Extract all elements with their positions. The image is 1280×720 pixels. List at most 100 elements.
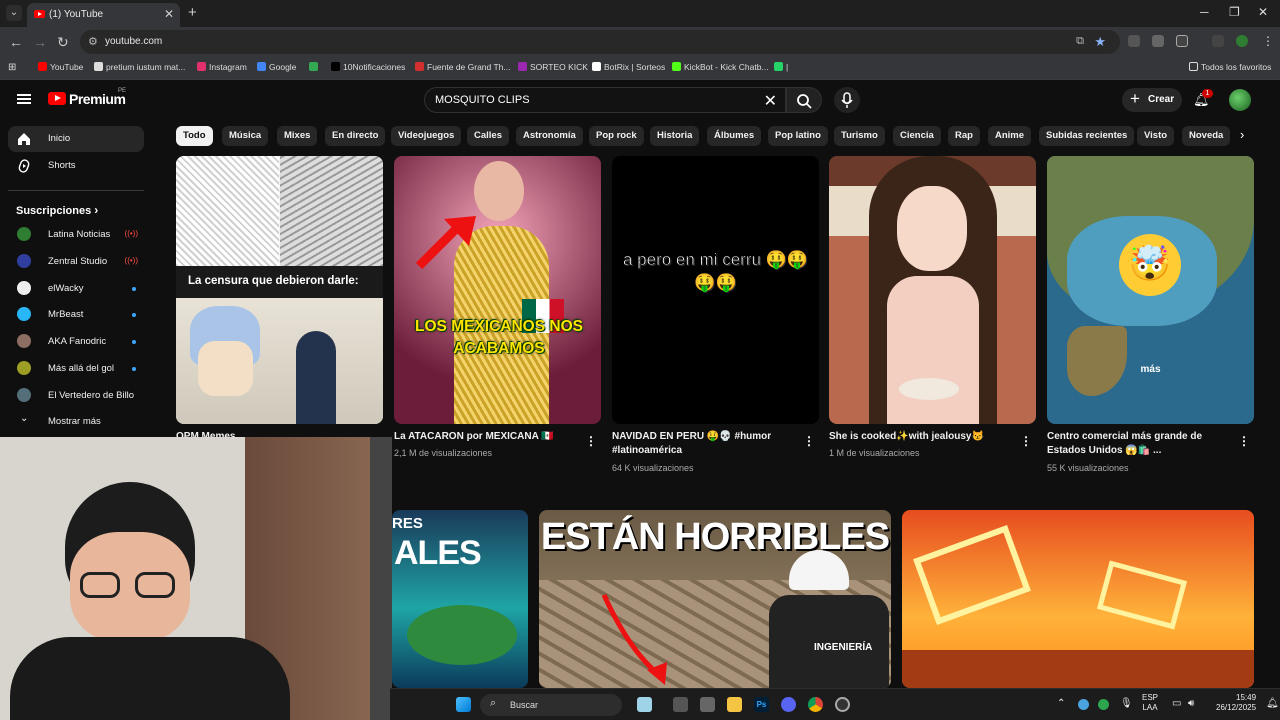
- taskbar-app-icon[interactable]: [637, 697, 652, 712]
- forward-icon[interactable]: →: [33, 34, 47, 50]
- extension-icon[interactable]: [1152, 35, 1164, 47]
- photoshop-icon[interactable]: Ps: [754, 697, 769, 712]
- tray-app-icon[interactable]: [1098, 699, 1109, 710]
- filter-chip[interactable]: Visto: [1137, 126, 1175, 146]
- menu-hamburger-icon[interactable]: [17, 94, 31, 104]
- input-language[interactable]: ESP LAA: [1142, 693, 1158, 713]
- filter-chip[interactable]: Noveda: [1182, 126, 1230, 146]
- filter-chip[interactable]: Todo: [176, 126, 213, 146]
- filter-chip[interactable]: Anime: [988, 126, 1032, 146]
- close-window-icon[interactable]: ✕: [1258, 5, 1268, 19]
- extensions-puzzle-icon[interactable]: [1176, 35, 1188, 47]
- reading-list-icon[interactable]: [1212, 35, 1224, 47]
- filter-chip[interactable]: Álbumes: [707, 126, 762, 146]
- windows-start-icon[interactable]: [456, 697, 471, 712]
- short-thumbnail-1[interactable]: La censura que debieron darle:: [176, 156, 383, 424]
- subscription-item[interactable]: elWacky: [8, 277, 144, 301]
- profile-avatar-icon[interactable]: [1236, 35, 1248, 47]
- bookmark-item[interactable]: YouTube: [38, 62, 83, 72]
- subscription-item[interactable]: AKA Fanodric: [8, 330, 144, 354]
- create-button[interactable]: + Crear: [1122, 88, 1182, 112]
- voice-search-button[interactable]: [834, 87, 860, 113]
- subscription-item[interactable]: Más allá del gol: [8, 357, 144, 381]
- bookmark-item[interactable]: Google: [257, 62, 296, 72]
- search-button[interactable]: [786, 87, 822, 113]
- bookmark-item[interactable]: BotRix | Sorteos: [592, 62, 665, 72]
- short-thumbnail-2[interactable]: LOS MEXICANOS NOS ACABAMOS: [394, 156, 601, 424]
- browser-tab-youtube[interactable]: (1) YouTube ✕: [27, 3, 180, 27]
- obs-icon[interactable]: [835, 697, 850, 712]
- search-input[interactable]: MOSQUITO CLIPS ✕: [424, 87, 786, 113]
- back-icon[interactable]: ←: [9, 34, 23, 50]
- clock[interactable]: 15:49 26/12/2025: [1216, 693, 1256, 713]
- more-actions-icon[interactable]: ⋮: [585, 434, 597, 448]
- discord-icon[interactable]: [781, 697, 796, 712]
- bookmark-item[interactable]: [309, 62, 321, 72]
- bookmark-item[interactable]: Instagram: [197, 62, 247, 72]
- subscription-item[interactable]: MrBeast: [8, 303, 144, 327]
- address-bar[interactable]: ⚙ youtube.com ⧉ ★: [80, 30, 1120, 54]
- short-title[interactable]: NAVIDAD EN PERU 🤑💀 #humor #latinoamérica: [612, 430, 792, 458]
- browser-menu-icon[interactable]: ⋮: [1262, 34, 1274, 48]
- tab-search-dropdown-icon[interactable]: ⌄: [6, 5, 22, 21]
- filter-chip[interactable]: Ciencia: [893, 126, 941, 146]
- filter-chip[interactable]: Rap: [948, 126, 980, 146]
- sidebar-item-inicio[interactable]: Inicio: [8, 126, 144, 152]
- filter-chip[interactable]: Turismo: [834, 126, 885, 146]
- clear-search-icon[interactable]: ✕: [764, 91, 777, 111]
- youtube-logo-text[interactable]: Premium: [69, 91, 126, 107]
- restore-window-icon[interactable]: ❐: [1229, 5, 1240, 19]
- filter-chip[interactable]: Música: [222, 126, 269, 146]
- bookmark-item[interactable]: SORTEO KICK: [518, 62, 588, 72]
- subscriptions-heading[interactable]: Suscripciones ›: [16, 203, 98, 217]
- short-title[interactable]: La ATACARON por MEXICANA 🇲🇽: [394, 430, 554, 444]
- more-actions-icon[interactable]: ⋮: [1238, 434, 1250, 448]
- show-more-button[interactable]: ⌄ Mostrar más: [8, 410, 144, 434]
- short-thumbnail-4[interactable]: [829, 156, 1036, 424]
- filter-chip[interactable]: Historia: [650, 126, 700, 146]
- short-title[interactable]: She is cooked✨with jealousy😾: [829, 430, 984, 444]
- subscription-item[interactable]: El Vertedero de Billo: [8, 384, 144, 408]
- tray-app-icon[interactable]: [1078, 699, 1089, 710]
- filter-chip[interactable]: Subidas recientes: [1039, 126, 1135, 146]
- filter-chip[interactable]: En directo: [325, 126, 386, 146]
- taskbar-search-box[interactable]: ⌕ Buscar: [480, 694, 622, 716]
- filter-chip[interactable]: Calles: [467, 126, 509, 146]
- close-tab-icon[interactable]: ✕: [164, 7, 174, 21]
- more-actions-icon[interactable]: ⋮: [1020, 434, 1032, 448]
- reload-icon[interactable]: ↻: [57, 34, 69, 51]
- new-tab-icon[interactable]: +: [188, 4, 197, 21]
- task-view-icon[interactable]: [673, 697, 688, 712]
- account-avatar[interactable]: [1229, 89, 1251, 111]
- bookmark-item[interactable]: KickBot - Kick Chatb...: [672, 62, 769, 72]
- network-icon[interactable]: ▭: [1172, 698, 1181, 709]
- short-thumbnail-3[interactable]: a pero en mi cerru 🤑🤑🤑🤑: [612, 156, 819, 424]
- filter-chip[interactable]: Pop rock: [589, 126, 644, 146]
- microphone-tray-icon[interactable]: 🎙︎: [1120, 698, 1133, 709]
- bookmark-item[interactable]: 10Notificaciones: [331, 62, 405, 72]
- video-thumbnail-2[interactable]: ESTÁN HORRIBLES INGENIERÍA: [539, 510, 891, 688]
- sidebar-item-shorts[interactable]: Shorts: [8, 153, 144, 179]
- extension-icon[interactable]: [1128, 35, 1140, 47]
- all-bookmarks-folder[interactable]: Todos los favoritos: [1189, 62, 1271, 72]
- more-actions-icon[interactable]: ⋮: [803, 434, 815, 448]
- youtube-logo-icon[interactable]: [48, 92, 66, 105]
- filter-chip[interactable]: Pop latino: [768, 126, 828, 146]
- notification-center-icon[interactable]: 🔔︎: [1266, 698, 1279, 709]
- file-explorer-icon[interactable]: [727, 697, 742, 712]
- short-thumbnail-5[interactable]: 🤯 más: [1047, 156, 1254, 424]
- volume-icon[interactable]: 🔊︎: [1188, 698, 1194, 709]
- site-info-icon[interactable]: ⚙: [88, 35, 98, 48]
- subscription-item[interactable]: Latina Noticias ((•)): [8, 223, 144, 247]
- apps-grid-icon[interactable]: ⊞: [8, 62, 16, 73]
- bookmark-item[interactable]: pretium iustum mat...: [94, 62, 185, 72]
- subscription-item[interactable]: Zentral Studio ((•)): [8, 250, 144, 274]
- install-app-icon[interactable]: ⧉: [1076, 35, 1084, 48]
- filter-chip[interactable]: Videojuegos: [391, 126, 462, 146]
- short-title[interactable]: Centro comercial más grande de Estados U…: [1047, 430, 1227, 458]
- filter-chip[interactable]: Astronomía: [516, 126, 583, 146]
- bookmark-star-icon[interactable]: ★: [1094, 34, 1106, 50]
- show-hidden-icons-icon[interactable]: ⌃: [1057, 698, 1065, 709]
- video-thumbnail-1[interactable]: RES ALES: [392, 510, 528, 688]
- minimize-window-icon[interactable]: ─: [1200, 5, 1209, 19]
